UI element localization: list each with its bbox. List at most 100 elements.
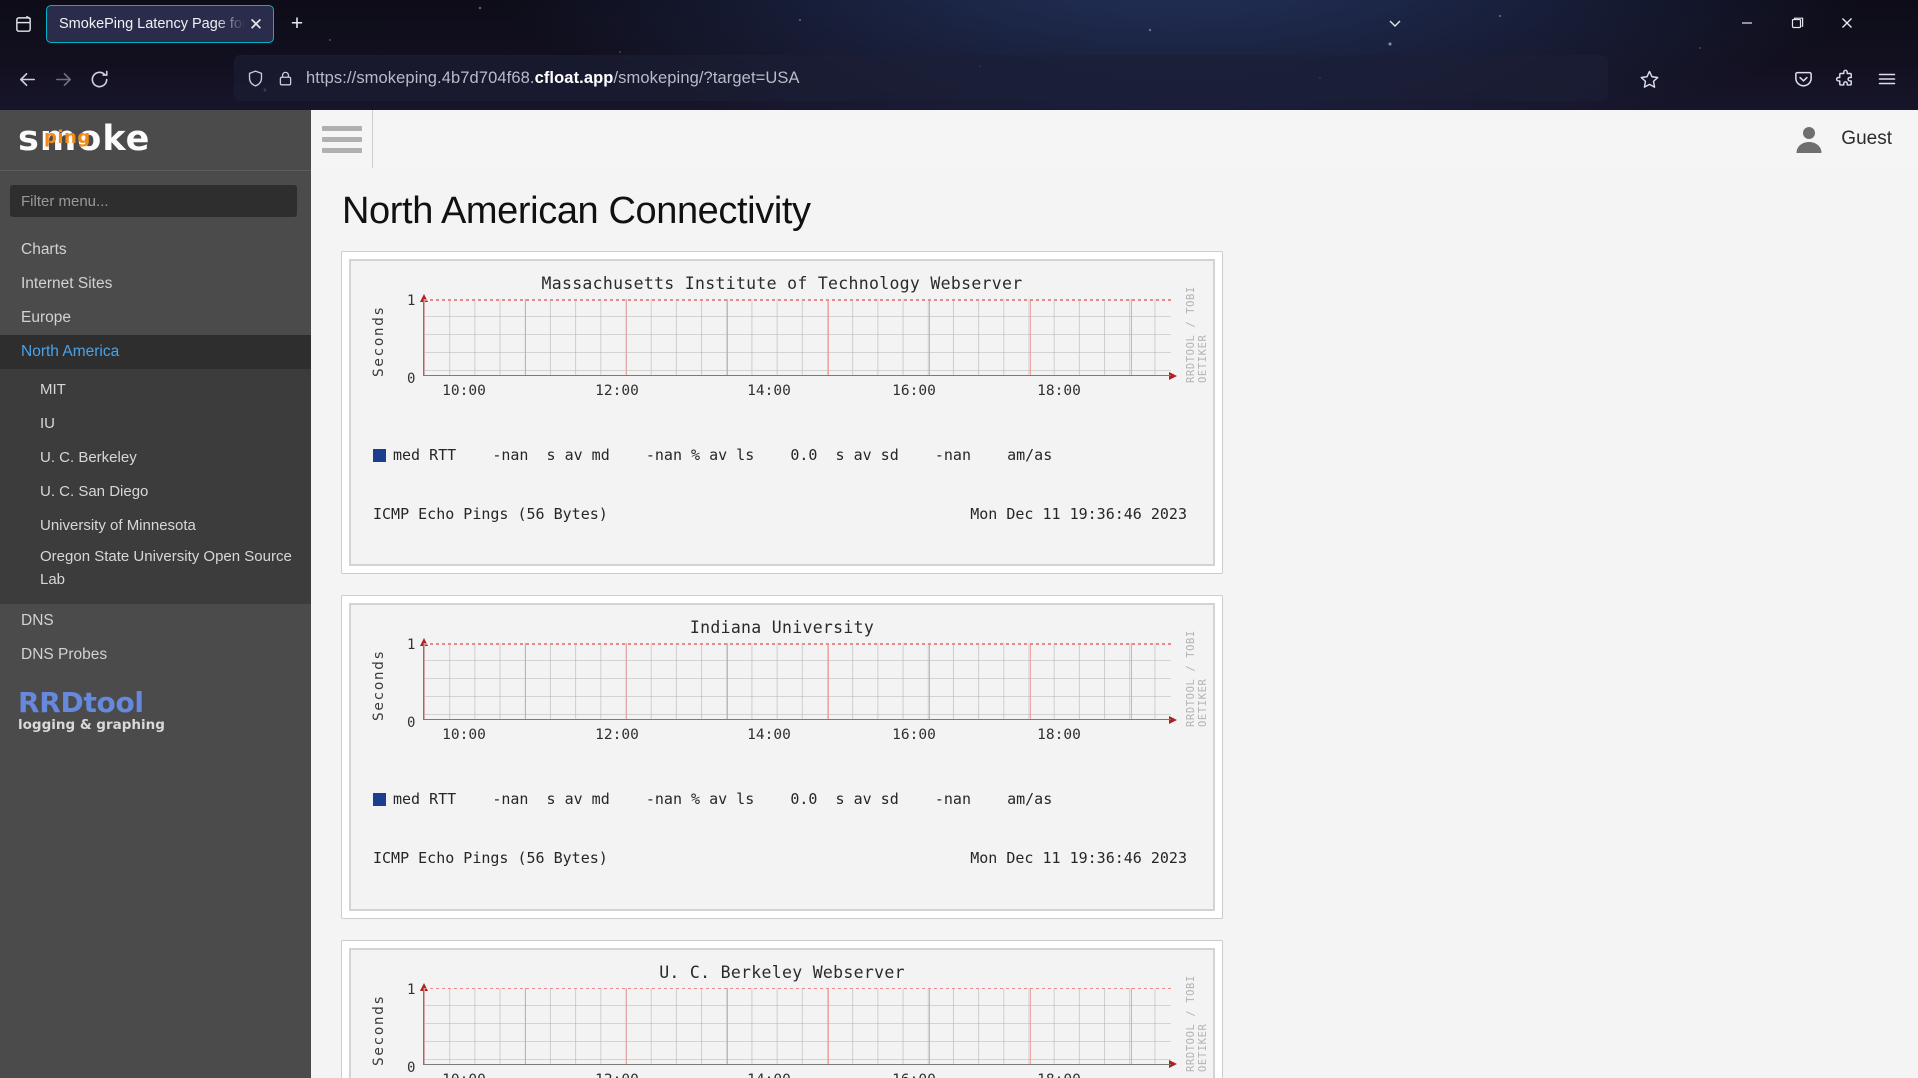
back-arrow-icon[interactable] — [10, 62, 44, 96]
hamburger-menu-icon[interactable] — [311, 110, 373, 168]
main-content: North American Connectivity RRDTOOL / TO… — [311, 168, 1918, 1078]
hamburger-menu-icon[interactable] — [1870, 62, 1904, 96]
star-icon[interactable] — [1632, 62, 1666, 96]
graph-image: RRDTOOL / TOBI OETIKER Indiana Universit… — [349, 603, 1215, 911]
smokeping-logo[interactable]: smoke ping — [0, 110, 311, 168]
graph-title: Massachusetts Institute of Technology We… — [541, 274, 1023, 293]
y-tick-top: 1 — [407, 293, 416, 309]
sidebar-item-label: DNS — [21, 611, 54, 629]
graph-card-uc-berkeley[interactable]: RRDTOOL / TOBI OETIKER U. C. Berkeley We… — [341, 939, 1223, 1078]
sidebar-subitem-label: U. C. San Diego — [40, 483, 149, 501]
sidebar-item-internet-sites[interactable]: Internet Sites — [0, 267, 311, 301]
sidebar-item-oregon-state-osl[interactable]: Oregon State University Open Source Lab — [0, 543, 311, 594]
close-icon[interactable]: ✕ — [245, 13, 267, 35]
sidebar-item-label: Internet Sites — [21, 275, 113, 292]
extensions-icon[interactable] — [1828, 62, 1862, 96]
legend-row-stats: med RTT -nan s av md -nan % av ls 0.0 s … — [373, 446, 1213, 466]
sidebar-item-uc-san-diego[interactable]: U. C. San Diego — [0, 475, 311, 509]
x-tick: 10:00 — [442, 1072, 486, 1078]
legend-swatch — [373, 793, 386, 807]
maximize-icon[interactable] — [1774, 4, 1820, 42]
legend-timestamp: Mon Dec 11 19:36:46 2023 — [970, 504, 1187, 523]
x-tick: 14:00 — [747, 727, 791, 744]
y-axis-label: Seconds — [371, 649, 387, 722]
rrdtool-logo[interactable]: RRDtool logging & graphing — [0, 672, 311, 733]
legend-row-stats: med RTT -nan s av md -nan % av ls 0.0 s … — [373, 790, 1213, 810]
plot-area: Seconds 1 0 — [351, 981, 1213, 1076]
sidebar-item-label: Europe — [21, 309, 71, 326]
url-domain: cfloat.app — [534, 68, 614, 87]
plot-area: Seconds 1 0 — [351, 637, 1213, 731]
brand-ping-text: ping — [44, 127, 91, 148]
sidebar-item-iu[interactable]: IU — [0, 407, 311, 441]
x-tick: 18:00 — [1037, 383, 1081, 399]
minimize-icon[interactable] — [1724, 4, 1770, 42]
x-tick: 12:00 — [595, 383, 639, 399]
sidebar-item-mit[interactable]: MIT — [0, 373, 311, 407]
browser-tab[interactable]: SmokePing Latency Page for North A ✕ — [46, 5, 274, 43]
legend-stats-text: med RTT -nan s av md -nan % av ls 0.0 s … — [393, 789, 1053, 808]
sidebar-item-charts[interactable]: Charts — [0, 233, 311, 267]
sidebar-item-label: North America — [21, 343, 120, 360]
page-title: North American Connectivity — [342, 190, 811, 232]
filter-menu-input[interactable] — [10, 185, 297, 217]
x-tick: 14:00 — [747, 1072, 791, 1078]
sidebar-nav-list: Charts Internet Sites Europe North Ameri… — [0, 233, 311, 672]
legend-swatch — [373, 448, 386, 462]
sidebar-subitem-label: IU — [40, 415, 55, 433]
graph-image: RRDTOOL / TOBI OETIKER U. C. Berkeley We… — [349, 947, 1215, 1078]
graph-card-iu[interactable]: RRDTOOL / TOBI OETIKER Indiana Universit… — [341, 595, 1223, 919]
plot-grid — [423, 299, 1171, 376]
graph-title: U. C. Berkeley Webserver — [659, 962, 905, 982]
graph-legend: med RTT -nan s av md -nan % av ls 0.0 s … — [351, 403, 1213, 564]
x-axis-ticks: 10:00 12:00 14:00 16:00 18:00 — [351, 383, 1213, 403]
legend-row-probe: ICMP Echo Pings (56 Bytes) Mon Dec 11 19… — [373, 505, 1213, 525]
url-prefix: https://smokeping.4b7d704f68. — [306, 68, 535, 87]
reload-icon[interactable] — [82, 62, 116, 96]
y-tick-top: 1 — [407, 637, 416, 654]
user-area[interactable]: Guest — [1790, 120, 1918, 158]
close-icon[interactable] — [1824, 4, 1870, 42]
browser-chrome: SmokePing Latency Page for North A ✕ + — [0, 0, 1918, 110]
sidebar-item-europe[interactable]: Europe — [0, 301, 311, 335]
legend-probe-text: ICMP Echo Pings (56 Bytes) — [373, 504, 608, 523]
plus-icon[interactable]: + — [283, 10, 311, 38]
sidebar-item-university-of-minnesota[interactable]: University of Minnesota — [0, 509, 311, 543]
x-tick: 16:00 — [892, 727, 936, 744]
sidebar-item-uc-berkeley[interactable]: U. C. Berkeley — [0, 441, 311, 475]
navigation-bar: https://smokeping.4b7d704f68.cfloat.app/… — [0, 48, 1918, 110]
sidebar-item-north-america[interactable]: North America — [0, 335, 311, 369]
rrdtool-subtitle: logging & graphing — [18, 716, 165, 733]
sidebar-item-dns[interactable]: DNS — [0, 604, 311, 638]
address-bar[interactable]: https://smokeping.4b7d704f68.cfloat.app/… — [234, 55, 1608, 101]
x-tick: 18:00 — [1037, 1072, 1081, 1078]
x-tick: 12:00 — [595, 1072, 639, 1078]
y-tick-top: 1 — [407, 981, 416, 998]
x-tick: 10:00 — [442, 383, 486, 399]
legend-stats-text: med RTT -nan s av md -nan % av ls 0.0 s … — [393, 445, 1053, 464]
pocket-icon[interactable] — [1786, 62, 1820, 96]
shield-icon[interactable] — [246, 69, 265, 88]
rrdtool-title: RRDtool — [18, 685, 144, 719]
sidebar-subitem-label: Oregon State University Open Source Lab — [40, 548, 292, 589]
tab-list-icon[interactable] — [8, 9, 38, 39]
plot-grid — [423, 987, 1171, 1065]
graph-card-mit[interactable]: RRDTOOL / TOBI OETIKER Massachusetts Ins… — [341, 251, 1223, 575]
sidebar-divider — [0, 170, 311, 171]
lock-icon[interactable] — [277, 70, 294, 87]
x-tick: 16:00 — [892, 1072, 936, 1078]
x-tick: 14:00 — [747, 383, 791, 399]
graph-image: RRDTOOL / TOBI OETIKER Massachusetts Ins… — [349, 259, 1215, 567]
sidebar-subitem-label: MIT — [40, 381, 66, 399]
x-axis-ticks: 10:00 12:00 14:00 16:00 18:00 — [351, 727, 1213, 747]
url-text: https://smokeping.4b7d704f68.cfloat.app/… — [306, 69, 800, 88]
y-axis-label: Seconds — [371, 305, 387, 377]
x-axis-ticks: 10:00 12:00 14:00 16:00 18:00 — [351, 1072, 1213, 1078]
plot-area: Seconds 1 0 — [351, 293, 1213, 387]
forward-arrow-icon[interactable] — [46, 62, 80, 96]
sidebar-item-dns-probes[interactable]: DNS Probes — [0, 638, 311, 672]
legend-row-probe: ICMP Echo Pings (56 Bytes) Mon Dec 11 19… — [373, 849, 1213, 869]
url-suffix: /smokeping/?target=USA — [613, 68, 800, 87]
chevron-down-icon[interactable] — [1372, 4, 1418, 42]
graph-title: Indiana University — [689, 618, 875, 638]
